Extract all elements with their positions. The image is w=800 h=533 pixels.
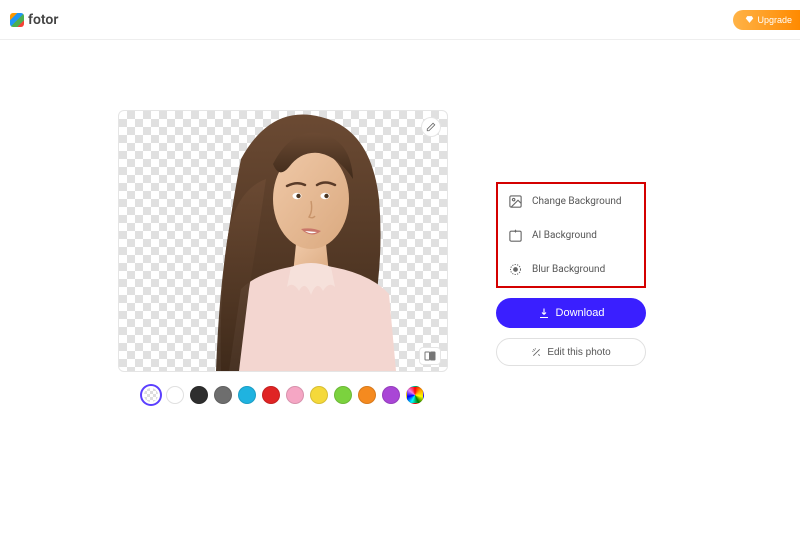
swatch-black[interactable] <box>190 386 208 404</box>
swatch-pink[interactable] <box>286 386 304 404</box>
swatch-red[interactable] <box>262 386 280 404</box>
background-options-panel: Change Background AI Background Blur Bac… <box>496 182 646 288</box>
swatch-green[interactable] <box>334 386 352 404</box>
swatch-cyan[interactable] <box>238 386 256 404</box>
upgrade-label: Upgrade <box>757 15 792 25</box>
sparkle-image-icon <box>506 226 524 244</box>
diamond-icon <box>745 15 754 24</box>
upgrade-button[interactable]: Upgrade <box>733 10 800 30</box>
download-button[interactable]: Download <box>496 298 646 328</box>
swatch-orange[interactable] <box>358 386 376 404</box>
canvas-column <box>118 110 448 404</box>
wand-icon <box>531 347 542 358</box>
blur-background-option[interactable]: Blur Background <box>506 260 636 278</box>
blur-background-label: Blur Background <box>532 264 605 275</box>
download-label: Download <box>556 307 605 319</box>
edit-photo-button[interactable]: Edit this photo <box>496 338 646 366</box>
main-content: Change Background AI Background Blur Bac… <box>0 40 800 404</box>
change-background-option[interactable]: Change Background <box>506 192 636 210</box>
swatch-transparent[interactable] <box>142 386 160 404</box>
edit-photo-label: Edit this photo <box>547 347 610 358</box>
swatch-purple[interactable] <box>382 386 400 404</box>
color-swatches <box>142 386 424 404</box>
edit-mask-button[interactable] <box>421 117 441 137</box>
subject-image <box>211 110 411 371</box>
side-panel: Change Background AI Background Blur Bac… <box>496 110 646 404</box>
pencil-icon <box>426 122 436 132</box>
compare-icon <box>424 351 436 361</box>
swatch-gray[interactable] <box>214 386 232 404</box>
swatch-rainbow[interactable] <box>406 386 424 404</box>
swatch-white[interactable] <box>166 386 184 404</box>
logo-icon <box>10 13 24 27</box>
compare-button[interactable] <box>419 347 441 365</box>
image-icon <box>506 192 524 210</box>
blur-icon <box>506 260 524 278</box>
image-canvas[interactable] <box>118 110 448 372</box>
ai-background-label: AI Background <box>532 230 597 241</box>
change-background-label: Change Background <box>532 196 622 207</box>
brand-logo[interactable]: fotor <box>10 12 58 28</box>
download-icon <box>538 307 550 319</box>
ai-background-option[interactable]: AI Background <box>506 226 636 244</box>
brand-name: fotor <box>28 12 58 28</box>
top-bar: fotor Upgrade <box>0 0 800 40</box>
swatch-yellow[interactable] <box>310 386 328 404</box>
